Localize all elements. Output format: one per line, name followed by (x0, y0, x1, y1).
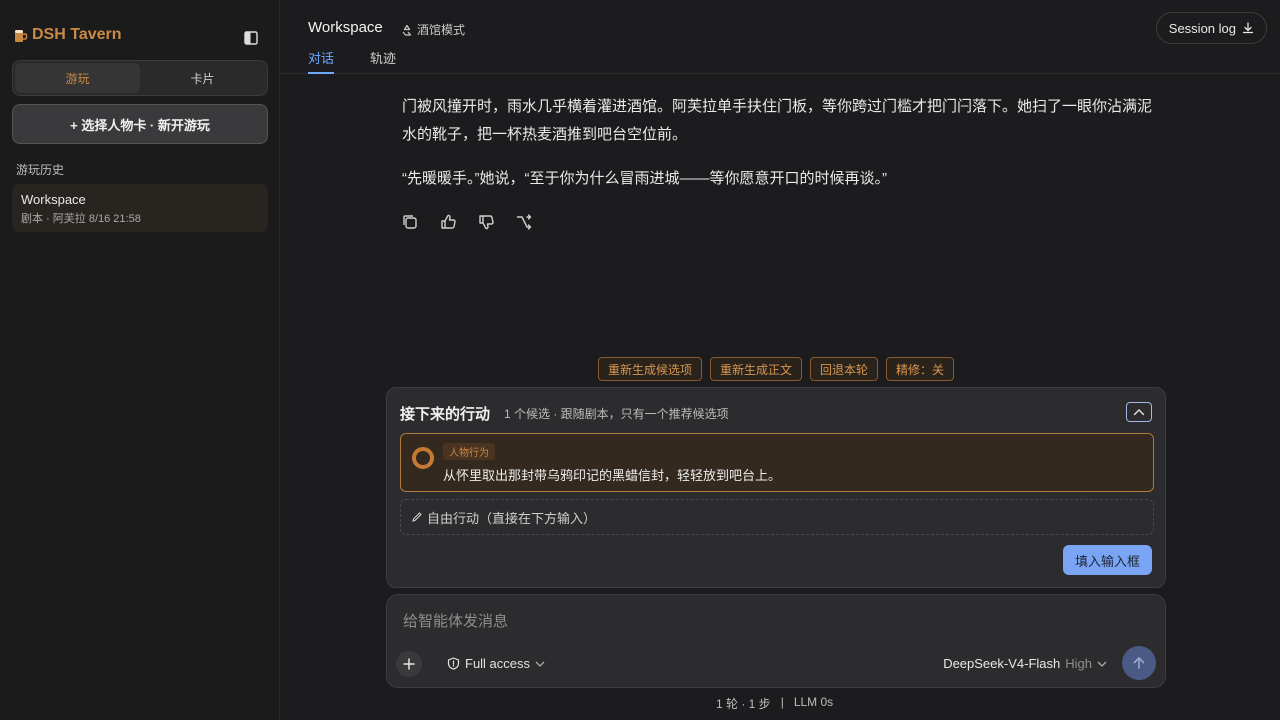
history-title: 游玩历史 (16, 163, 65, 177)
regenerate-text-button[interactable]: 重新生成正文 (710, 357, 803, 381)
tab-chat[interactable]: 对话 (308, 48, 335, 74)
status-rounds: 1 轮 · 1 步 (716, 697, 771, 711)
session-log-button[interactable]: Session log (1155, 12, 1267, 44)
thumbs-up-icon[interactable] (439, 213, 457, 231)
model-name: DeepSeek-V4-Flash (943, 656, 1061, 671)
branch-icon[interactable] (515, 213, 533, 231)
chevron-down-icon (535, 661, 545, 667)
thumbs-down-icon[interactable] (477, 213, 495, 231)
recycle-icon (401, 24, 413, 36)
header-tabs: 对话 轨迹 (308, 48, 396, 74)
history-item-meta: 剧本 · 阿芙拉 8/16 21:58 (21, 213, 141, 225)
status-bar: 1 轮 · 1 步 | LLM 0s (716, 695, 833, 712)
header: Workspace 酒馆模式 对话 轨迹 Session log (281, 0, 1280, 74)
new-session-button[interactable]: + 选择人物卡 · 新开游玩 (12, 104, 268, 144)
model-selector[interactable]: DeepSeek-V4-Flash High (943, 656, 1107, 671)
panel-subtitle: 1 个候选 · 跟随剧本，只有一个推荐候选项 (504, 407, 729, 421)
message-paragraph: 门被风撞开时，雨水几乎横着灌进酒馆。阿芙拉单手扶住门板，等你跨过门槛才把门闩落下… (402, 98, 1153, 143)
attach-button[interactable] (396, 651, 422, 677)
option-text: 从怀里取出那封带乌鸦印记的黑蜡信封，轻轻放到吧台上。 (443, 468, 782, 483)
mode-label: 酒馆模式 (417, 23, 466, 37)
pencil-icon (411, 511, 423, 523)
regenerate-options-button[interactable]: 重新生成候选项 (598, 357, 703, 381)
refine-toggle[interactable]: 精修：关 (886, 357, 955, 381)
message-paragraph: “先暖暖手。”她说，“至于你为什么冒雨进城——等你愿意开口的时候再谈。” (402, 170, 887, 187)
page-title: Workspace (308, 19, 383, 36)
access-dropdown[interactable]: Full access (447, 656, 545, 671)
mode-indicator[interactable]: 酒馆模式 (401, 21, 465, 38)
status-separator: | (780, 695, 784, 709)
app-logo[interactable]: DSH Tavern (12, 26, 122, 44)
chevron-down-icon (1097, 661, 1107, 667)
panel-title: 接下来的行动 (400, 406, 491, 423)
collapse-panel-button[interactable] (1126, 402, 1152, 422)
free-action-option[interactable]: 自由行动（直接在下方输入） (400, 499, 1154, 535)
radio-button[interactable] (412, 447, 434, 469)
main-area: Workspace 酒馆模式 对话 轨迹 Session log 门被风撞开时，… (281, 0, 1280, 720)
shield-icon (447, 657, 460, 670)
chevron-up-icon (1133, 408, 1145, 416)
sidebar: DSH Tavern 游玩 卡片 + 选择人物卡 · 新开游玩 游玩历史 Wor… (0, 0, 280, 720)
access-label: Full access (465, 656, 531, 671)
history-item[interactable]: Workspace 剧本 · 阿芙拉 8/16 21:58 (12, 184, 268, 232)
action-option[interactable]: 人物行为 从怀里取出那封带乌鸦印记的黑蜡信封，轻轻放到吧台上。 (400, 433, 1154, 492)
status-llm: LLM 0s (793, 695, 834, 709)
sidebar-toggle-icon[interactable] (244, 31, 258, 45)
option-tag: 人物行为 (443, 443, 495, 460)
tab-trace[interactable]: 轨迹 (370, 48, 396, 74)
model-effort: High (1065, 656, 1092, 671)
rollback-button[interactable]: 回退本轮 (810, 357, 879, 381)
session-log-label: Session log (1168, 20, 1236, 36)
sidebar-segmented-tabs: 游玩 卡片 (12, 60, 268, 96)
copy-icon[interactable] (401, 213, 419, 231)
download-icon (1242, 22, 1254, 34)
arrow-up-icon (1132, 656, 1146, 670)
next-action-panel: 接下来的行动 1 个候选 · 跟随剧本，只有一个推荐候选项 人物行为 从怀里取出… (386, 387, 1166, 588)
message-actions (401, 213, 533, 231)
assistant-message: 门被风撞开时，雨水几乎横着灌进酒馆。阿芙拉单手扶住门板，等你跨过门槛才把门闩落下… (402, 93, 1152, 193)
action-chips: 重新生成候选项 重新生成正文 回退本轮 精修：关 (598, 357, 955, 381)
tab-cards[interactable]: 卡片 (140, 63, 265, 93)
tab-play[interactable]: 游玩 (15, 63, 140, 93)
send-button[interactable] (1122, 646, 1156, 680)
app-brand: DSH Tavern (32, 26, 122, 43)
beer-mug-icon (12, 27, 28, 43)
free-action-label: 自由行动（直接在下方输入） (427, 510, 597, 526)
fill-input-button[interactable]: 填入输入框 (1062, 545, 1152, 575)
history-item-name: Workspace (21, 192, 86, 207)
message-input[interactable] (403, 609, 1143, 633)
plus-icon (403, 658, 415, 670)
composer: Full access DeepSeek-V4-Flash High (386, 594, 1166, 688)
